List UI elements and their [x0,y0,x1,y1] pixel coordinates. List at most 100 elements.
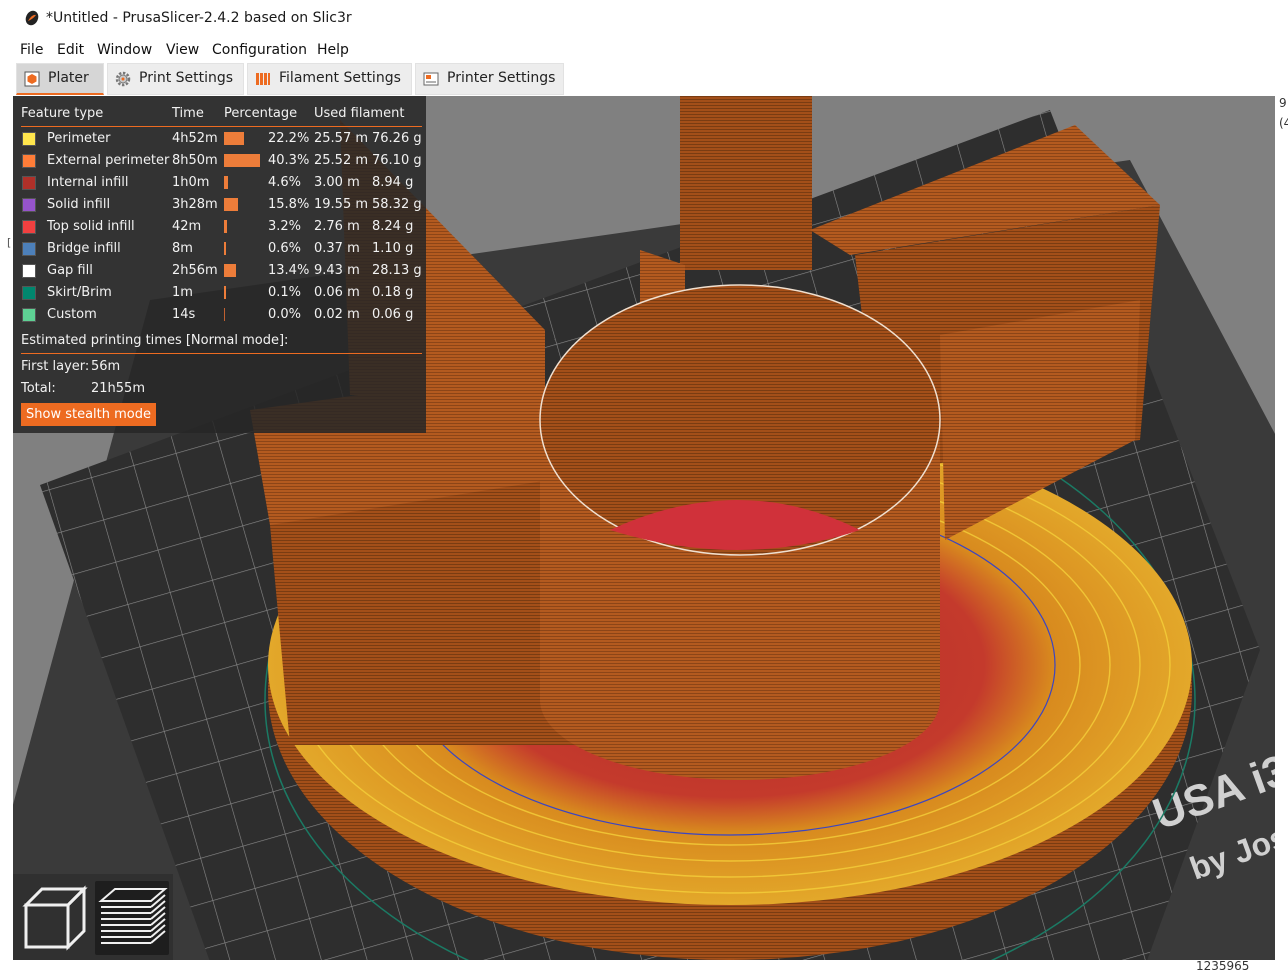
legend-divider [21,353,422,354]
legend-row: Custom 14s 0.0% 0.02 m 0.06 g [13,305,426,327]
feature-percent: 0.0% [268,307,302,322]
status-strip: 1235965 [0,959,1288,973]
tab-label: Filament Settings [279,70,401,86]
feature-time: 2h56m [172,263,218,278]
layers-icon [98,888,168,944]
menu-window[interactable]: Window [97,42,152,58]
color-swatch [22,176,36,190]
feature-name: Skirt/Brim [47,285,112,300]
3d-view-button[interactable] [18,881,92,955]
feature-time: 8h50m [172,153,218,168]
plater-icon [24,71,40,87]
printer-icon [423,72,439,86]
menu-file[interactable]: File [20,42,43,58]
feature-percent: 4.6% [268,175,302,190]
header-used-filament: Used filament [314,106,405,121]
filament-weight: 0.18 g [372,285,414,300]
tab-filament-settings[interactable]: Filament Settings [247,63,412,95]
percentage-bar [224,220,227,233]
tab-bar: Plater Print Settings Filament Settings … [0,62,1288,96]
show-stealth-mode-button[interactable]: Show stealth mode [21,403,156,426]
feature-percent: 3.2% [268,219,302,234]
percentage-bar [224,264,236,277]
color-swatch [22,308,36,322]
color-swatch [22,220,36,234]
feature-percent: 0.1% [268,285,302,300]
feature-percent: 40.3% [268,153,310,168]
menu-help[interactable]: Help [317,42,349,58]
feature-time: 1h0m [172,175,210,190]
filament-length: 19.55 m [314,197,369,212]
color-swatch [22,242,36,256]
tab-printer-settings[interactable]: Printer Settings [415,63,564,95]
menu-bar: File Edit Window View Configuration Help [0,40,1288,62]
fin-back [680,96,812,270]
layer-readout: 1235965 [1196,959,1250,973]
feature-percent: 15.8% [268,197,310,212]
header-feature-type: Feature type [21,106,104,121]
feature-name: Top solid infill [47,219,135,234]
color-swatch [22,154,36,168]
tab-label: Printer Settings [447,70,556,86]
filament-weight: 8.24 g [372,219,414,234]
legend-panel: Feature type Time Percentage Used filame… [13,96,426,433]
filament-length: 25.57 m [314,131,369,146]
filament-weight: 76.10 g [372,153,422,168]
legend-row: Top solid infill 42m 3.2% 2.76 m 8.24 g [13,217,426,239]
title-bar: *Untitled - PrusaSlicer-2.4.2 based on S… [0,0,1288,38]
header-time: Time [172,106,204,121]
gear-icon [115,71,131,87]
filament-length: 0.37 m [314,241,360,256]
feature-time: 42m [172,219,202,234]
percentage-bar [224,242,226,255]
feature-percent: 0.6% [268,241,302,256]
view-toolbar [13,874,173,960]
feature-name: Bridge infill [47,241,121,256]
filament-length: 9.43 m [314,263,360,278]
feature-time: 4h52m [172,131,218,146]
prusaslicer-app-icon [25,10,39,26]
filament-weight: 8.94 g [372,175,414,190]
menu-configuration[interactable]: Configuration [212,42,307,58]
legend-row: Solid infill 3h28m 15.8% 19.55 m 58.32 g [13,195,426,217]
feature-percent: 13.4% [268,263,310,278]
edge-readout: (4 [1279,116,1288,130]
preview-button[interactable] [95,881,169,955]
total-value: 21h55m [91,381,145,396]
feature-percent: 22.2% [268,131,310,146]
tab-label: Plater [48,70,89,86]
filament-length: 0.02 m [314,307,360,322]
menu-view[interactable]: View [166,42,199,58]
color-swatch [22,132,36,146]
legend-row: Gap fill 2h56m 13.4% 9.43 m 28.13 g [13,261,426,283]
total-label: Total: [21,381,56,396]
feature-name: Internal infill [47,175,129,190]
percentage-bar [224,308,225,321]
header-percentage: Percentage [224,106,298,121]
tab-plater[interactable]: Plater [16,63,104,95]
cube-icon [22,885,88,951]
legend-row: Internal infill 1h0m 4.6% 3.00 m 8.94 g [13,173,426,195]
first-layer-value: 56m [91,359,121,374]
filament-icon [256,73,270,85]
color-swatch [22,198,36,212]
window-title: *Untitled - PrusaSlicer-2.4.2 based on S… [46,10,352,26]
color-swatch [22,264,36,278]
percentage-bar [224,132,244,145]
filament-weight: 0.06 g [372,307,414,322]
feature-name: Custom [47,307,97,322]
filament-length: 25.52 m [314,153,369,168]
filament-weight: 76.26 g [372,131,422,146]
legend-divider [21,126,422,127]
first-layer-label: First layer: [21,359,90,374]
feature-name: Gap fill [47,263,93,278]
filament-length: 0.06 m [314,285,360,300]
estimate-heading: Estimated printing times [Normal mode]: [21,333,289,348]
feature-time: 8m [172,241,193,256]
feature-name: Solid infill [47,197,111,212]
menu-edit[interactable]: Edit [57,42,84,58]
filament-length: 2.76 m [314,219,360,234]
filament-weight: 28.13 g [372,263,422,278]
tab-print-settings[interactable]: Print Settings [107,63,244,95]
percentage-bar [224,176,228,189]
